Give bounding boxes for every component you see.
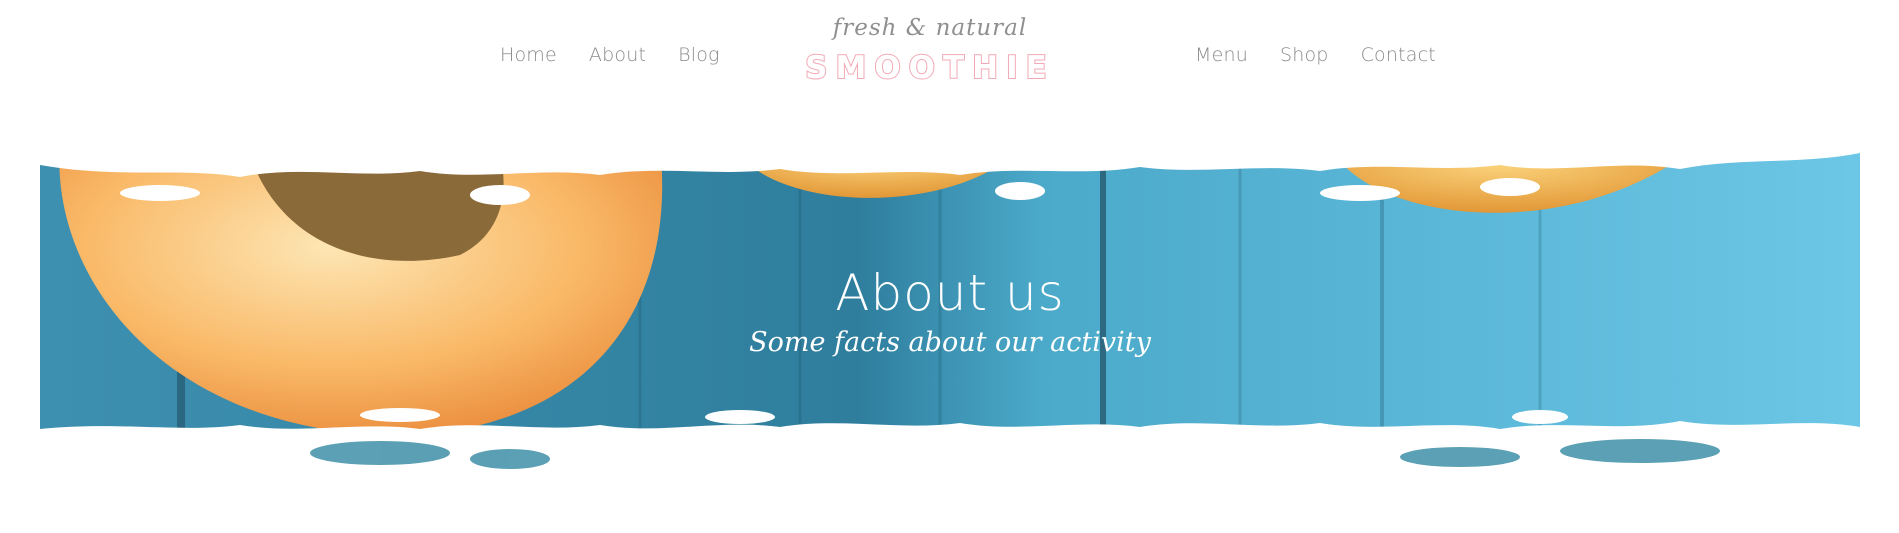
nav-link-contact[interactable]: Contact [1361, 44, 1436, 66]
hero-subtitle: Some facts about our activity [749, 327, 1151, 358]
nav-link-home[interactable]: Home [500, 44, 557, 66]
nav-link-about[interactable]: About [589, 44, 646, 66]
nav-link-shop[interactable]: Shop [1280, 44, 1329, 66]
nav-left: Home About Blog [500, 44, 720, 66]
logo-tagline: fresh & natural [832, 15, 1028, 41]
site-header: Home About Blog fresh & natural SMOOTHIE… [0, 0, 1899, 110]
logo-name: SMOOTHIE [804, 49, 1055, 87]
nav-link-menu[interactable]: Menu [1195, 44, 1248, 66]
site-logo[interactable]: fresh & natural SMOOTHIE [780, 14, 1080, 88]
hero-banner: About us Some facts about our activity [40, 135, 1860, 480]
nav-right: Menu Shop Contact [1195, 44, 1436, 66]
nav-link-blog[interactable]: Blog [678, 44, 720, 66]
hero-title: About us [835, 264, 1065, 322]
hero-text: About us Some facts about our activity [40, 263, 1860, 358]
